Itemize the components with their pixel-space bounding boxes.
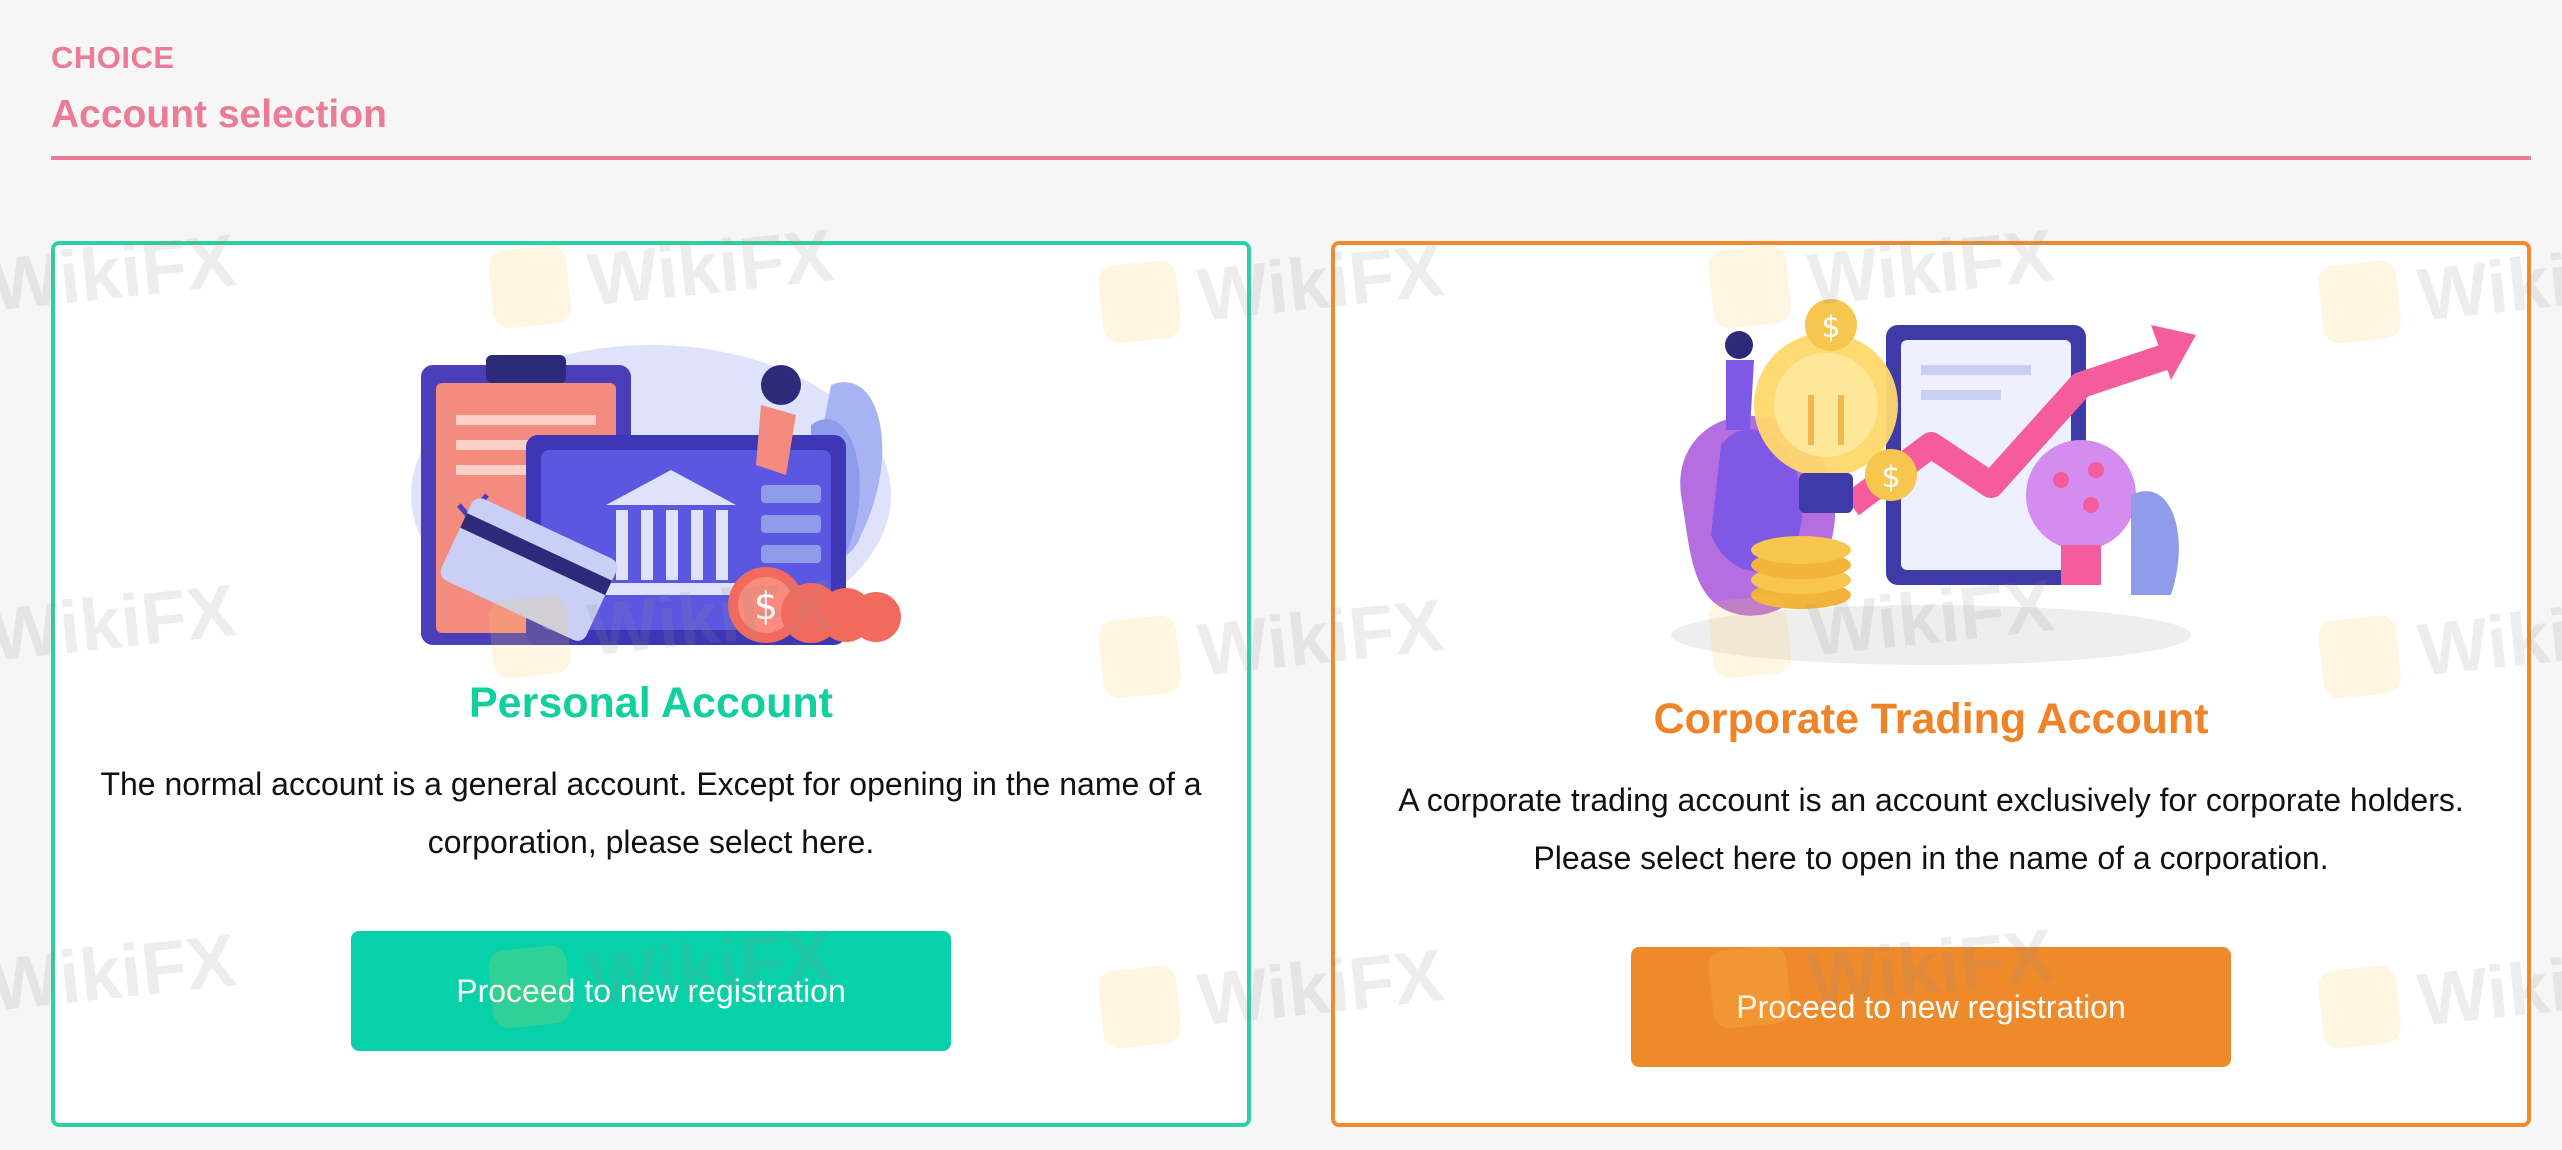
- personal-account-card[interactable]: $ Personal Account The normal account is…: [51, 241, 1251, 1127]
- personal-account-title: Personal Account: [469, 679, 833, 727]
- svg-text:$: $: [1881, 460, 1900, 495]
- business-growth-illustration: $ $: [1671, 299, 2196, 665]
- corporate-account-title: Corporate Trading Account: [1653, 695, 2209, 743]
- personal-account-description: The normal account is a general account.…: [100, 766, 1202, 860]
- page: CHOICE Account selection $ Personal Acco…: [0, 0, 2562, 1150]
- section-eyebrow: CHOICE: [51, 40, 175, 75]
- svg-text:$: $: [1821, 310, 1840, 345]
- corporate-account-card[interactable]: $ $ Corporate Trading Account A corporat…: [1331, 241, 2531, 1127]
- bank-card-illustration: $: [411, 345, 901, 645]
- personal-register-button[interactable]: Proceed to new registration: [351, 931, 951, 1051]
- corporate-register-button[interactable]: Proceed to new registration: [1631, 947, 2231, 1067]
- section-header: CHOICE Account selection: [51, 38, 2531, 140]
- header-divider: [51, 156, 2531, 160]
- svg-text:$: $: [754, 584, 778, 628]
- corporate-account-description: A corporate trading account is an accoun…: [1398, 782, 2464, 876]
- page-title: Account selection: [51, 93, 387, 136]
